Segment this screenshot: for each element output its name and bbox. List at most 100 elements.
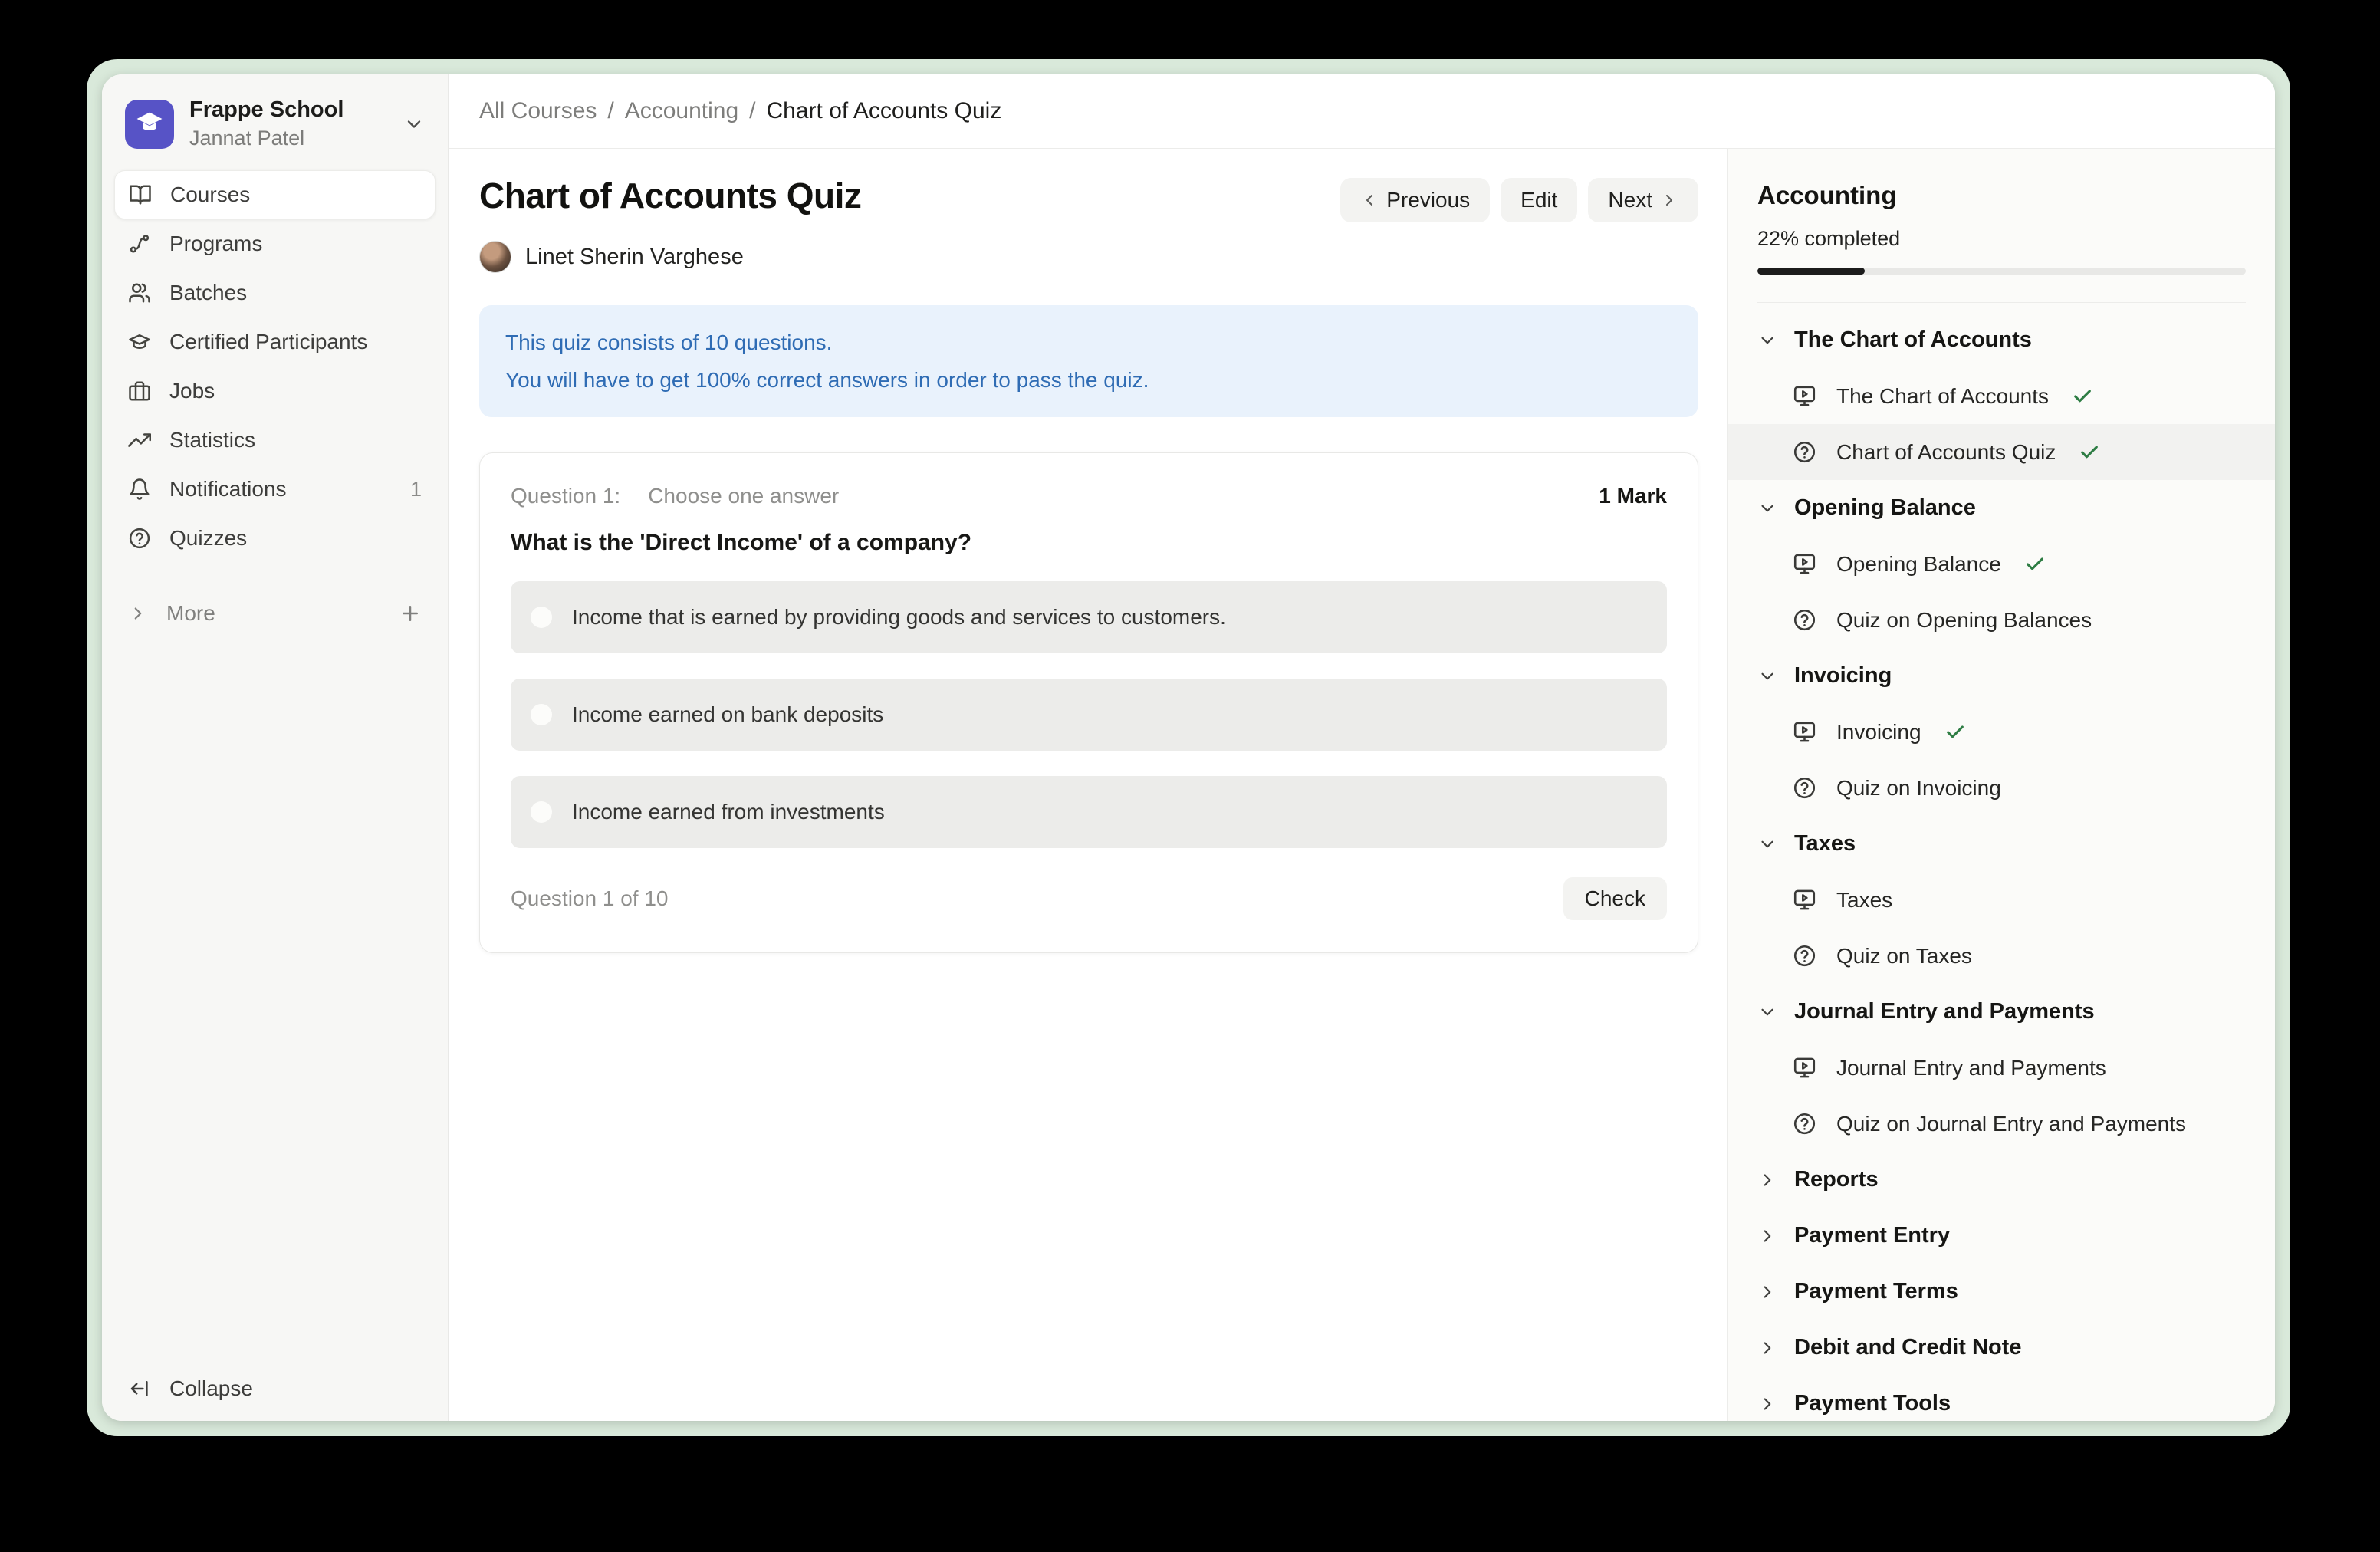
chevron-down-icon [403,113,425,135]
check-answer-button[interactable]: Check [1563,877,1667,920]
course-outline-list: The Chart of Accounts The Chart of Accou… [1728,303,2275,1421]
quiz-icon [1793,440,1816,464]
outline-lesson-the-chart-of-accounts[interactable]: The Chart of Accounts [1728,368,2275,424]
question-marks: 1 Mark [1599,484,1667,508]
check-icon [1944,722,1966,743]
answer-option-2[interactable]: Income earned on bank deposits [511,679,1667,751]
edit-button[interactable]: Edit [1501,178,1577,222]
next-button[interactable]: Next [1588,178,1698,222]
sidebar-item-certified-participants[interactable]: Certified Participants [114,317,436,367]
outline-section-payment-entry[interactable]: Payment Entry [1728,1208,2275,1264]
radio-button[interactable] [531,801,552,823]
route-icon [128,232,151,255]
page-title: Chart of Accounts Quiz [479,175,861,216]
breadcrumb-separator: / [607,98,613,124]
chevron-down-icon [1757,834,1777,854]
question-text: What is the 'Direct Income' of a company… [511,530,1667,556]
outline-lesson-opening-balance[interactable]: Opening Balance [1728,536,2275,592]
plus-icon[interactable] [399,602,422,625]
users-icon [128,281,151,304]
quiz-main-panel: Chart of Accounts Quiz Previous Edit Nex… [449,149,1727,1421]
quiz-icon [1793,1112,1816,1136]
top-header: All Courses / Accounting / Chart of Acco… [449,74,2275,149]
lesson-video-icon [1793,1056,1816,1080]
outline-quiz-chart-of-accounts-quiz[interactable]: Chart of Accounts Quiz [1728,424,2275,480]
app-window-frame: Frappe School Jannat Patel Courses Progr… [87,59,2290,1436]
outline-lesson-invoicing[interactable]: Invoicing [1728,704,2275,760]
sidebar-item-notifications[interactable]: Notifications 1 [114,465,436,514]
outline-quiz-invoicing[interactable]: Quiz on Invoicing [1728,760,2275,816]
outline-quiz-opening-balances[interactable]: Quiz on Opening Balances [1728,592,2275,648]
outline-section-invoicing[interactable]: Invoicing [1728,648,2275,704]
instruction-line: This quiz consists of 10 questions. [505,324,1672,361]
graduation-cap-icon [128,330,151,353]
sidebar-item-more[interactable]: More [114,589,436,638]
quiz-icon [1793,944,1816,968]
radio-button[interactable] [531,704,552,725]
sidebar-item-label: Quizzes [169,526,247,551]
outline-section-payment-terms[interactable]: Payment Terms [1728,1264,2275,1320]
chevron-right-icon [1757,1394,1777,1414]
outline-section-opening-balance[interactable]: Opening Balance [1728,480,2275,536]
course-title: Accounting [1757,181,2246,210]
breadcrumb: All Courses / Accounting / Chart of Acco… [479,98,1001,124]
chevron-left-icon [1360,191,1379,209]
question-card: Question 1: Choose one answer 1 Mark Wha… [479,452,1698,953]
answer-option-label: Income that is earned by providing goods… [572,605,1226,630]
outline-section-taxes[interactable]: Taxes [1728,816,2275,872]
outline-section-reports[interactable]: Reports [1728,1152,2275,1208]
breadcrumb-separator: / [749,98,755,124]
outline-section-journal-entry-and-payments[interactable]: Journal Entry and Payments [1728,984,2275,1040]
help-circle-icon [128,527,151,550]
school-name: Frappe School [189,97,344,123]
check-icon [2072,386,2093,407]
question-progress: Question 1 of 10 [511,886,668,911]
sidebar-item-statistics[interactable]: Statistics [114,416,436,465]
outline-section-debit-and-credit-note[interactable]: Debit and Credit Note [1728,1320,2275,1376]
outline-lesson-journal-entry-and-payments[interactable]: Journal Entry and Payments [1728,1040,2275,1096]
instruction-line: You will have to get 100% correct answer… [505,361,1672,399]
frappe-school-logo [125,100,174,149]
answer-option-1[interactable]: Income that is earned by providing goods… [511,581,1667,653]
sidebar-item-jobs[interactable]: Jobs [114,367,436,416]
breadcrumb-all-courses[interactable]: All Courses [479,98,597,124]
author-name: Linet Sherin Varghese [525,245,744,270]
course-progress-fill [1757,268,1865,275]
previous-button[interactable]: Previous [1340,178,1490,222]
course-progress-label: 22% completed [1757,227,2246,251]
sidebar-item-label: Certified Participants [169,330,367,354]
chevron-down-icon [1757,330,1777,350]
author-row: Linet Sherin Varghese [479,241,1698,273]
book-open-icon [129,183,152,206]
collapse-sidebar-button[interactable]: Collapse [114,1376,436,1401]
sidebar-nav: Courses Programs Batches Certified Parti… [114,170,436,638]
sidebar-item-label: Courses [170,182,250,207]
user-name: Jannat Patel [189,127,344,150]
course-outline-panel: Accounting 22% completed The Chart of Ac… [1727,149,2275,1421]
sidebar-item-label: Programs [169,232,262,256]
outline-section-chart-of-accounts[interactable]: The Chart of Accounts [1728,312,2275,368]
school-switcher[interactable]: Frappe School Jannat Patel [114,88,436,170]
answer-option-label: Income earned from investments [572,800,885,824]
sidebar-more-label: More [166,601,215,626]
sidebar-item-courses[interactable]: Courses [114,170,436,219]
chevron-right-icon [1757,1282,1777,1302]
collapse-label: Collapse [169,1376,253,1401]
answer-option-3[interactable]: Income earned from investments [511,776,1667,848]
sidebar-item-batches[interactable]: Batches [114,268,436,317]
quiz-icon [1793,608,1816,632]
lesson-video-icon [1793,384,1816,408]
course-progress-bar [1757,268,2246,275]
sidebar-item-programs[interactable]: Programs [114,219,436,268]
outline-quiz-taxes[interactable]: Quiz on Taxes [1728,928,2275,984]
sidebar-item-quizzes[interactable]: Quizzes [114,514,436,563]
sidebar-item-label: Jobs [169,379,215,403]
quiz-icon [1793,776,1816,800]
breadcrumb-accounting[interactable]: Accounting [625,98,738,124]
question-number-label: Question 1: [511,484,620,508]
lesson-video-icon [1793,888,1816,912]
outline-lesson-taxes[interactable]: Taxes [1728,872,2275,928]
radio-button[interactable] [531,607,552,628]
outline-section-payment-tools[interactable]: Payment Tools [1728,1376,2275,1421]
outline-quiz-journal-entry-and-payments[interactable]: Quiz on Journal Entry and Payments [1728,1096,2275,1152]
